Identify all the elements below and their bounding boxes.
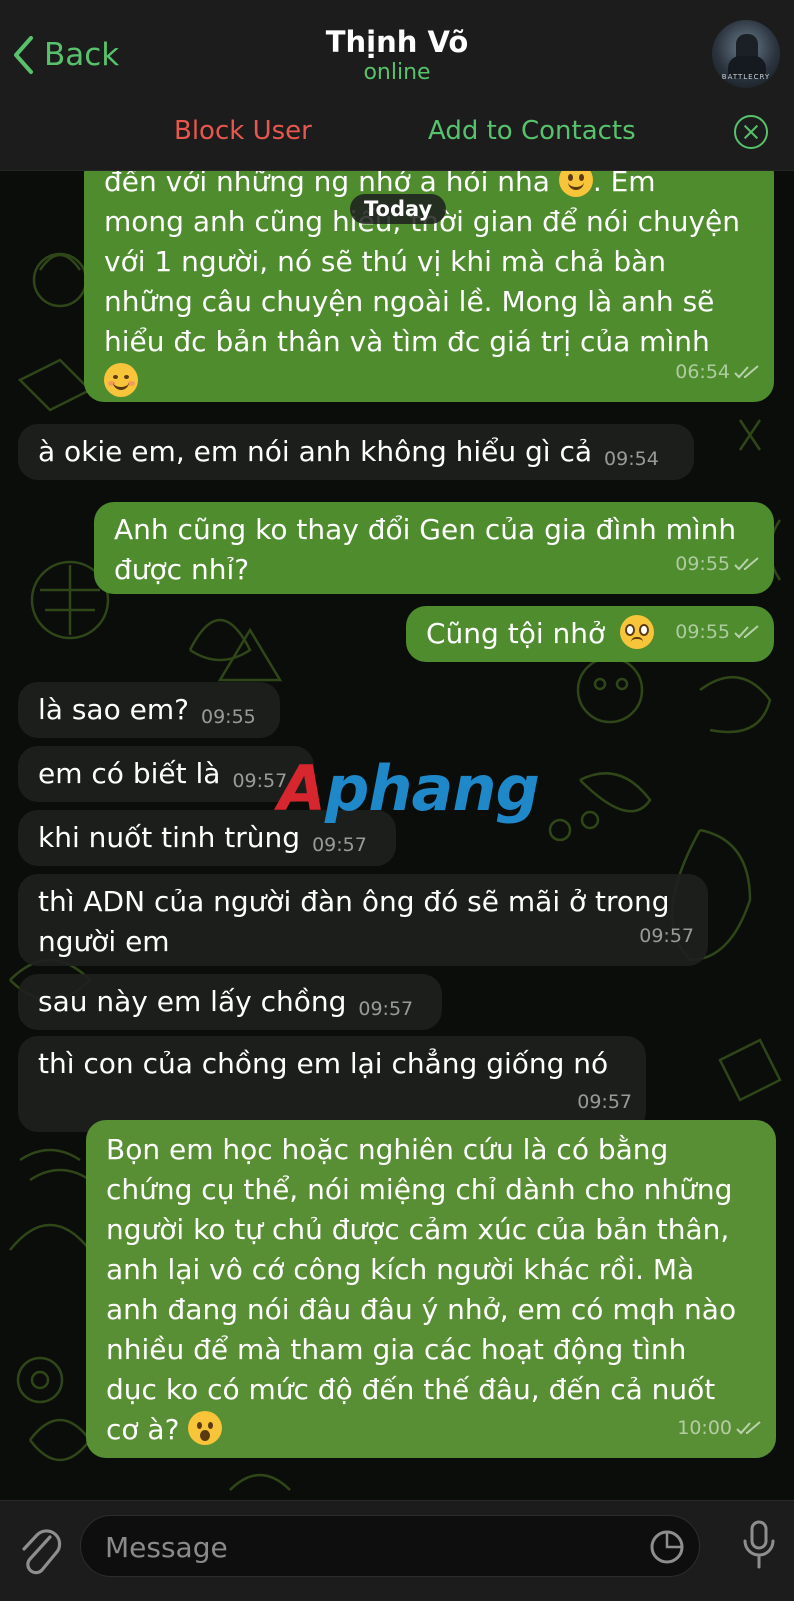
chat-header: Back Thịnh Võ online BATTLECRY bbox=[0, 0, 794, 99]
message-line: người em bbox=[38, 925, 170, 958]
message-line: nhiều để mà tham gia các hoạt động tình bbox=[106, 1333, 687, 1366]
message-meta: 09:57 bbox=[639, 916, 694, 956]
message-time: 09:55 bbox=[675, 553, 730, 575]
blushing-smile-emoji-icon bbox=[104, 363, 138, 397]
message-line: Bọn em học hoặc nghiên cứu là có bằng bbox=[106, 1133, 669, 1166]
message-bubble-incoming[interactable]: thì ADN của người đàn ông đó sẽ mãi ở tr… bbox=[18, 874, 708, 966]
message-time: 09:57 bbox=[312, 834, 367, 856]
message-bubble-incoming[interactable]: là sao em? 09:55 bbox=[18, 682, 280, 738]
message-bubble-incoming[interactable]: sau này em lấy chồng 09:57 bbox=[18, 974, 442, 1030]
microphone-icon[interactable] bbox=[742, 1519, 776, 1571]
message-text: Cũng tội nhở bbox=[426, 617, 606, 650]
message-meta: 09:57 bbox=[577, 1082, 632, 1122]
contact-status: online bbox=[363, 60, 431, 85]
date-separator: Today bbox=[350, 194, 447, 224]
message-meta: 10:00 bbox=[677, 1408, 762, 1448]
message-field[interactable] bbox=[80, 1515, 700, 1578]
message-meta: 06:54 bbox=[675, 352, 760, 392]
read-checkmarks-icon bbox=[734, 625, 759, 639]
message-time: 09:57 bbox=[358, 998, 414, 1020]
message-bubble-outgoing[interactable]: Anh cũng ko thay đổi Gen của gia đình mì… bbox=[94, 502, 774, 594]
message-bubble-incoming[interactable]: thì con của chồng em lại chẳng giống nó … bbox=[18, 1036, 646, 1132]
message-input[interactable] bbox=[103, 1516, 627, 1578]
pleading-face-emoji-icon bbox=[620, 615, 655, 649]
unknown-contact-bar: Block User Add to Contacts bbox=[0, 98, 794, 171]
message-list[interactable]: đến với những ng nhớ a hỏi nha . Em mong… bbox=[0, 170, 794, 1500]
message-line: những câu chuyện ngoài lề. Mong là anh s… bbox=[104, 285, 715, 318]
message-line: được nhỉ? bbox=[114, 553, 250, 586]
block-user-button[interactable]: Block User bbox=[174, 116, 312, 146]
message-line: thì ADN của người đàn ông đó sẽ mãi ở tr… bbox=[38, 885, 670, 918]
message-bubble-incoming[interactable]: à okie em, em nói anh không hiểu gì cả 09… bbox=[18, 424, 694, 480]
message-bubble-outgoing[interactable]: Cũng tội nhở 09:55 bbox=[406, 606, 774, 662]
read-checkmarks-icon bbox=[736, 1421, 761, 1435]
message-text: à okie em, em nói anh không hiểu gì cả bbox=[38, 435, 593, 468]
message-line: người ko tự chủ được cảm xúc của bản thâ… bbox=[106, 1213, 730, 1246]
message-meta: 09:55 bbox=[675, 544, 760, 584]
message-time: 06:54 bbox=[675, 361, 730, 383]
message-text: khi nuốt tinh trùng bbox=[38, 821, 301, 854]
message-meta: 09:55 bbox=[675, 612, 760, 652]
chat-title-area[interactable]: Thịnh Võ online bbox=[0, 24, 794, 86]
smiling-emoji-icon bbox=[558, 170, 593, 197]
close-icon[interactable] bbox=[734, 115, 768, 149]
message-time: 09:55 bbox=[200, 706, 256, 728]
message-line: chứng cụ thể, nói miệng chỉ dành cho nhữ… bbox=[106, 1173, 733, 1206]
message-line: dục ko có mức độ đến thế đâu, đến cả nuố… bbox=[106, 1373, 716, 1406]
message-bubble-outgoing[interactable]: Bọn em học hoặc nghiên cứu là có bằng ch… bbox=[86, 1120, 776, 1458]
message-line bbox=[104, 362, 756, 402]
message-line: thì con của chồng em lại chẳng giống nó bbox=[38, 1047, 609, 1080]
message-line: cơ à? bbox=[106, 1410, 758, 1450]
message-line: Anh cũng ko thay đổi Gen của gia đình mì… bbox=[114, 513, 737, 546]
message-composer bbox=[0, 1500, 794, 1601]
message-text: em có biết là bbox=[38, 757, 221, 790]
message-text: là sao em? bbox=[38, 693, 189, 726]
message-bubble-incoming[interactable]: em có biết là 09:57 bbox=[18, 746, 314, 802]
message-line: anh đang nói đâu đâu ý nhở, em có mqh nà… bbox=[106, 1293, 737, 1326]
paperclip-icon[interactable] bbox=[16, 1523, 64, 1579]
message-line: hiểu đc bản thân và tìm đc giá trị của m… bbox=[104, 325, 710, 358]
read-checkmarks-icon bbox=[734, 365, 759, 379]
message-time: 10:00 bbox=[677, 1417, 732, 1439]
message-time: 09:55 bbox=[675, 621, 730, 643]
message-line: anh lại vô cớ công kích người khác rồi. … bbox=[106, 1253, 695, 1286]
contact-name: Thịnh Võ bbox=[325, 25, 469, 59]
message-text: sau này em lấy chồng bbox=[38, 985, 347, 1018]
add-to-contacts-button[interactable]: Add to Contacts bbox=[428, 116, 636, 146]
sticker-icon[interactable] bbox=[649, 1529, 685, 1565]
read-checkmarks-icon bbox=[734, 557, 759, 571]
avatar-caption: BATTLECRY bbox=[721, 73, 771, 81]
avatar[interactable]: BATTLECRY bbox=[712, 20, 780, 88]
message-time: 09:57 bbox=[639, 925, 694, 947]
message-line: với 1 người, nó sẽ thú vị khi mà chả bàn bbox=[104, 245, 667, 278]
message-time: 09:57 bbox=[577, 1091, 632, 1113]
watermark-logo: Aphang bbox=[278, 752, 540, 825]
surprised-face-emoji-icon bbox=[188, 1411, 223, 1445]
message-time: 09:54 bbox=[604, 448, 659, 470]
